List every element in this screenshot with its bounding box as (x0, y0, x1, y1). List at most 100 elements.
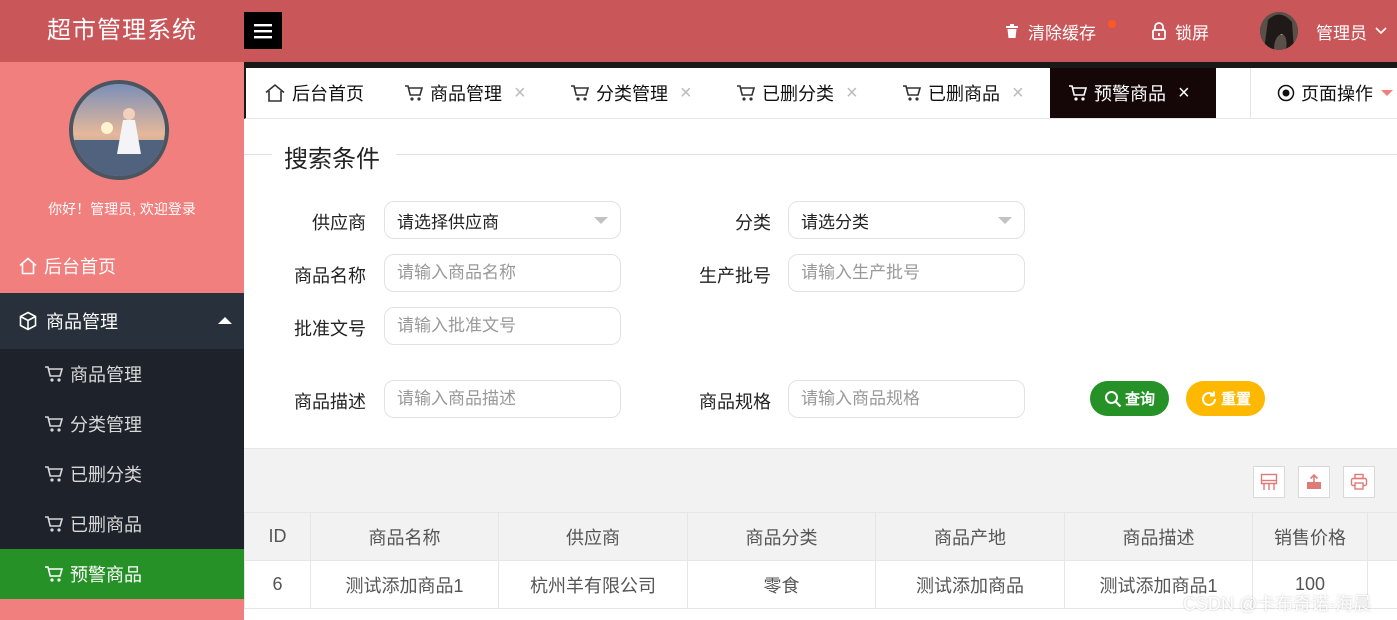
search-title: 搜索条件 (284, 146, 380, 173)
notification-dot (1108, 20, 1116, 28)
sidebar-item-label: 后台首页 (44, 256, 116, 277)
home-icon (19, 256, 37, 274)
menu-toggle-button[interactable] (244, 12, 282, 49)
cube-icon (19, 311, 37, 331)
cell-category: 零食 (687, 560, 876, 609)
description-input[interactable] (384, 380, 621, 418)
cell-origin: 测试添加商品 (875, 560, 1065, 609)
tab-home[interactable]: 后台首页 (264, 68, 364, 118)
reset-button-label: 重置 (1220, 391, 1251, 408)
query-button[interactable]: 查询 (1090, 381, 1169, 416)
cell-supplier: 杭州羊有限公司 (498, 560, 688, 609)
welcome-text: 你好！管理员, 欢迎登录 (48, 201, 196, 217)
sidebar-group-label: 商品管理 (46, 312, 118, 332)
close-icon[interactable]: × (1012, 83, 1024, 103)
page-operations-dropdown[interactable]: 页面操作 (1250, 68, 1397, 118)
column-header-description[interactable]: 商品描述 (1064, 512, 1253, 561)
export-icon (1307, 473, 1321, 489)
table-header-row: ID 商品名称 供应商 商品分类 商品产地 商品描述 销售价格 (244, 512, 1397, 561)
cart-icon (1069, 85, 1088, 101)
description-label: 商品描述 (294, 392, 366, 412)
refresh-icon (1202, 391, 1216, 406)
batch-input[interactable] (788, 254, 1025, 292)
fieldset-divider (244, 154, 272, 155)
lock-screen-label: 锁屏 (1175, 23, 1209, 43)
cart-icon (903, 85, 922, 101)
cart-icon (45, 466, 64, 482)
column-header-category[interactable]: 商品分类 (687, 512, 876, 561)
close-icon[interactable]: × (846, 83, 858, 103)
user-menu[interactable]: 管理员 (1260, 0, 1395, 62)
query-button-label: 查询 (1124, 391, 1155, 408)
approval-label: 批准文号 (294, 319, 366, 339)
tab-label: 已删分类 (762, 84, 834, 104)
sidebar-item-label: 商品管理 (70, 365, 142, 385)
batch-label: 生产批号 (699, 266, 771, 286)
tab-product-manage[interactable]: 商品管理 × (404, 68, 526, 118)
sidebar-avatar (69, 80, 169, 180)
caret-down-icon (1381, 90, 1393, 96)
sidebar-item-deleted-products[interactable]: 已删商品 (0, 499, 244, 549)
column-header-supplier[interactable]: 供应商 (498, 512, 688, 561)
lock-screen-button[interactable]: 锁屏 (1151, 0, 1209, 62)
hamburger-icon (254, 23, 272, 38)
cell-overflow (1367, 560, 1397, 609)
tab-deleted-products[interactable]: 已删商品 × (902, 68, 1024, 118)
tab-warning-products[interactable]: 预警商品 × (1050, 68, 1216, 118)
tab-label: 后台首页 (292, 84, 364, 104)
close-icon[interactable]: × (514, 83, 526, 103)
cart-icon (45, 566, 64, 582)
sidebar-item-deleted-categories[interactable]: 已删分类 (0, 449, 244, 499)
category-select[interactable]: 请选分类 (788, 201, 1025, 239)
column-header-id[interactable]: ID (244, 512, 311, 561)
close-icon[interactable]: × (680, 83, 692, 103)
clear-cache-button[interactable]: 清除缓存 (1004, 0, 1096, 62)
fieldset-divider (396, 154, 1397, 155)
header-avatar (1260, 12, 1298, 50)
sidebar: 你好！管理员, 欢迎登录 后台首页 商品管理 商品管理 分类管理 已删分类 已删… (0, 62, 244, 620)
sidebar-item-next[interactable] (0, 599, 244, 620)
column-header-name[interactable]: 商品名称 (310, 512, 499, 561)
export-button[interactable] (1298, 466, 1330, 498)
tab-label: 已删商品 (928, 84, 1000, 104)
sidebar-item-label: 分类管理 (70, 415, 142, 435)
tab-deleted-categories[interactable]: 已删分类 × (736, 68, 858, 118)
column-header-origin[interactable]: 商品产地 (875, 512, 1065, 561)
cell-name: 测试添加商品1 (310, 560, 499, 609)
column-header-overflow (1367, 512, 1397, 561)
supplier-select[interactable]: 请选择供应商 (384, 201, 621, 239)
sidebar-item-product-manage[interactable]: 商品管理 (0, 349, 244, 399)
product-name-input[interactable] (384, 254, 621, 292)
print-icon (1350, 473, 1368, 490)
column-header-price[interactable]: 销售价格 (1252, 512, 1368, 561)
tab-label: 预警商品 (1094, 84, 1166, 104)
category-select-value: 请选分类 (801, 212, 869, 232)
search-icon (1104, 390, 1122, 407)
table-toolbar (244, 448, 1397, 512)
print-button[interactable] (1343, 466, 1375, 498)
cell-id: 6 (244, 560, 311, 609)
sidebar-item-home[interactable]: 后台首页 (0, 238, 244, 293)
tab-bar: 后台首页 商品管理 × 分类管理 × 已删分类 × 已删商品 × 预警商品 × (244, 62, 1397, 119)
spec-input[interactable] (788, 380, 1025, 418)
close-icon[interactable]: × (1178, 83, 1190, 103)
approval-input[interactable] (384, 307, 621, 345)
radio-dot-icon (1277, 84, 1295, 102)
cart-icon (45, 416, 64, 432)
sidebar-item-label: 预警商品 (70, 565, 142, 585)
sidebar-group-products[interactable]: 商品管理 (0, 293, 244, 349)
sidebar-item-category-manage[interactable]: 分类管理 (0, 399, 244, 449)
user-name: 管理员 (1316, 23, 1367, 43)
sidebar-item-label: 已删分类 (70, 465, 142, 485)
sidebar-item-warning-products[interactable]: 预警商品 (0, 549, 244, 599)
spec-label: 商品规格 (699, 392, 771, 412)
dropdown-arrow-icon (998, 217, 1012, 224)
column-filter-button[interactable] (1253, 466, 1285, 498)
chevron-down-icon (1375, 27, 1387, 35)
tab-category-manage[interactable]: 分类管理 × (570, 68, 692, 118)
clear-cache-label: 清除缓存 (1028, 23, 1096, 43)
top-header: 超市管理系统 清除缓存 锁屏 管理员 (0, 0, 1397, 62)
reset-button[interactable]: 重置 (1186, 381, 1265, 416)
watermark: CSDN @卡布奇诺-海晨 (1183, 594, 1372, 614)
cart-icon (45, 366, 64, 382)
